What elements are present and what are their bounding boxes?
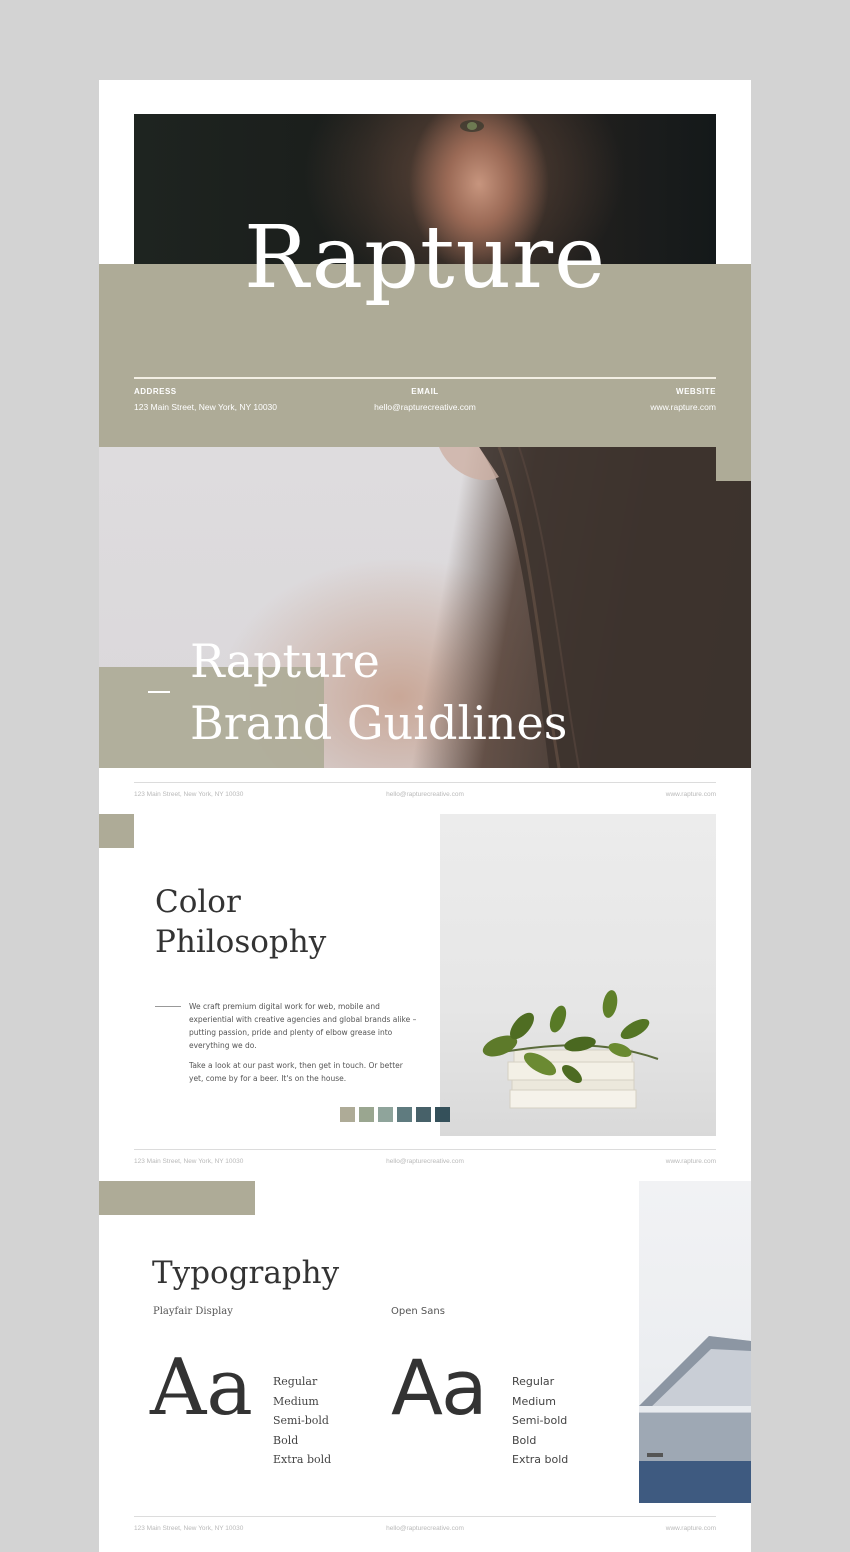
- building-illustration: [639, 1336, 751, 1503]
- color-section-body: We craft premium digital work for web, m…: [189, 1000, 419, 1092]
- weight-regular: Regular: [273, 1375, 318, 1388]
- serif-font-name: Playfair Display: [153, 1306, 233, 1317]
- hero-accent-tab: [716, 447, 751, 481]
- color-swatch: [416, 1107, 431, 1122]
- color-section-dash: [155, 1006, 181, 1007]
- serif-weights-list: Regular Medium Semi-bold Bold Extra bold: [273, 1372, 331, 1470]
- weight-medium: Medium: [512, 1394, 556, 1408]
- plant-books-photo: [440, 814, 716, 1136]
- color-section-tab: [99, 814, 134, 848]
- color-paragraph-2: Take a look at our past work, then get i…: [189, 1061, 403, 1083]
- typography-title: Typography: [152, 1255, 340, 1291]
- footer-email: hello@rapturecreative.com: [386, 791, 464, 798]
- hero-title: Rapture Brand Guidlines: [190, 630, 567, 754]
- color-swatch: [435, 1107, 450, 1122]
- website-label: WEBSITE: [676, 387, 716, 396]
- footer-divider: [134, 782, 716, 783]
- website-value: www.rapture.com: [650, 402, 716, 412]
- color-title-line2: Philosophy: [155, 924, 327, 960]
- footer-email: hello@rapturecreative.com: [386, 1158, 464, 1165]
- weight-medium: Medium: [273, 1394, 319, 1408]
- color-section-title: Color Philosophy: [155, 882, 326, 962]
- sans-font-name: Open Sans: [391, 1306, 445, 1317]
- weight-regular: Regular: [512, 1375, 555, 1388]
- color-swatch: [397, 1107, 412, 1122]
- color-title-line1: Color: [155, 884, 241, 920]
- weight-extrabold: Extra bold: [273, 1453, 332, 1466]
- weight-semibold: Semi-bold: [273, 1414, 329, 1427]
- hero-dash: [148, 691, 170, 693]
- typography-section-tab: [99, 1181, 255, 1215]
- sans-weights-list: Regular Medium Semi-bold Bold Extra bold: [512, 1372, 568, 1470]
- hero-title-line1: Rapture: [190, 634, 380, 688]
- weight-bold: Bold: [273, 1433, 299, 1447]
- footer-email: hello@rapturecreative.com: [386, 1525, 464, 1532]
- brand-guidelines-document: Rapture ADDRESS 123 Main Street, New Yor…: [99, 80, 751, 1552]
- weight-extrabold: Extra bold: [512, 1453, 569, 1466]
- footer-website: www.rapture.com: [665, 1158, 716, 1165]
- weight-bold: Bold: [512, 1433, 537, 1447]
- color-swatch: [359, 1107, 374, 1122]
- hero-title-line2: Brand Guidlines: [190, 696, 568, 750]
- sans-sample: Aa: [391, 1343, 488, 1432]
- eye-highlight: [460, 120, 484, 132]
- cover-divider: [134, 377, 716, 379]
- footer-website: www.rapture.com: [665, 791, 716, 798]
- plant-illustration: [482, 990, 659, 1109]
- footer-divider: [134, 1516, 716, 1517]
- serif-sample: Aa: [150, 1343, 253, 1433]
- color-swatch: [340, 1107, 355, 1122]
- cover-title: Rapture: [243, 208, 606, 308]
- weight-semibold: Semi-bold: [512, 1414, 568, 1427]
- building-photo: [639, 1181, 751, 1503]
- color-paragraph-1: We craft premium digital work for web, m…: [189, 1002, 417, 1050]
- color-swatch: [378, 1107, 393, 1122]
- email-label: EMAIL: [411, 387, 439, 396]
- footer-website: www.rapture.com: [665, 1525, 716, 1532]
- footer-divider: [134, 1149, 716, 1150]
